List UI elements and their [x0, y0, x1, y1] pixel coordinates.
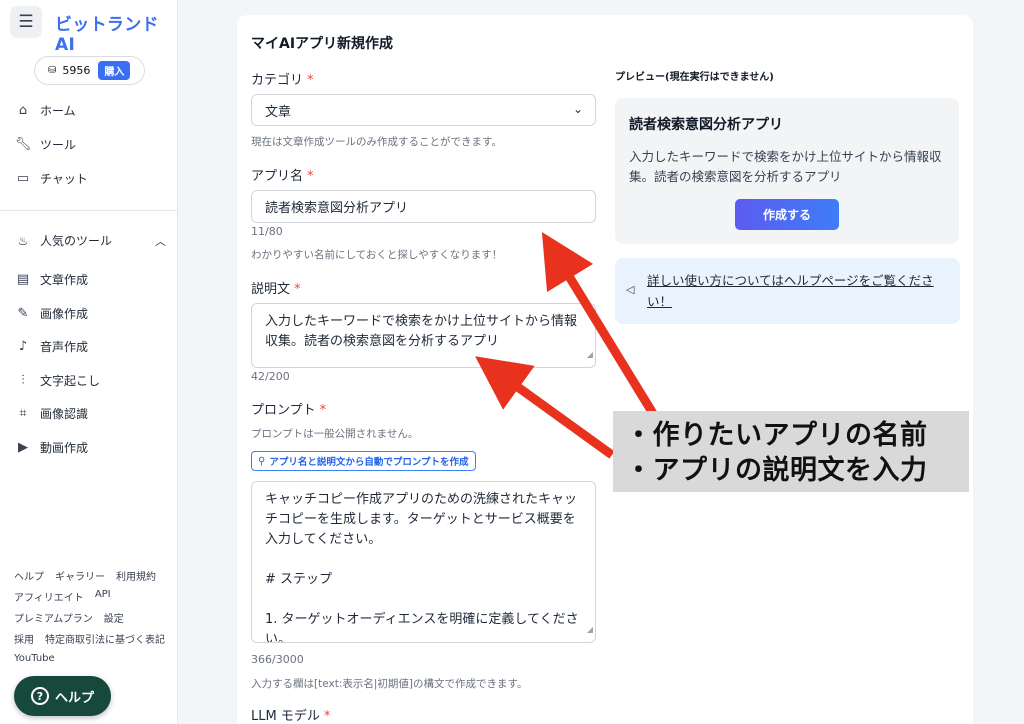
- arrow-to-description: [475, 356, 615, 459]
- annotation-callout: ・作りたいアプリの名前 ・アプリの説明文を入力: [613, 411, 969, 492]
- annotation-line: ・アプリの説明文を入力: [625, 455, 928, 486]
- annotation-line: ・作りたいアプリの名前: [625, 420, 928, 451]
- annotation-arrows: [475, 231, 672, 459]
